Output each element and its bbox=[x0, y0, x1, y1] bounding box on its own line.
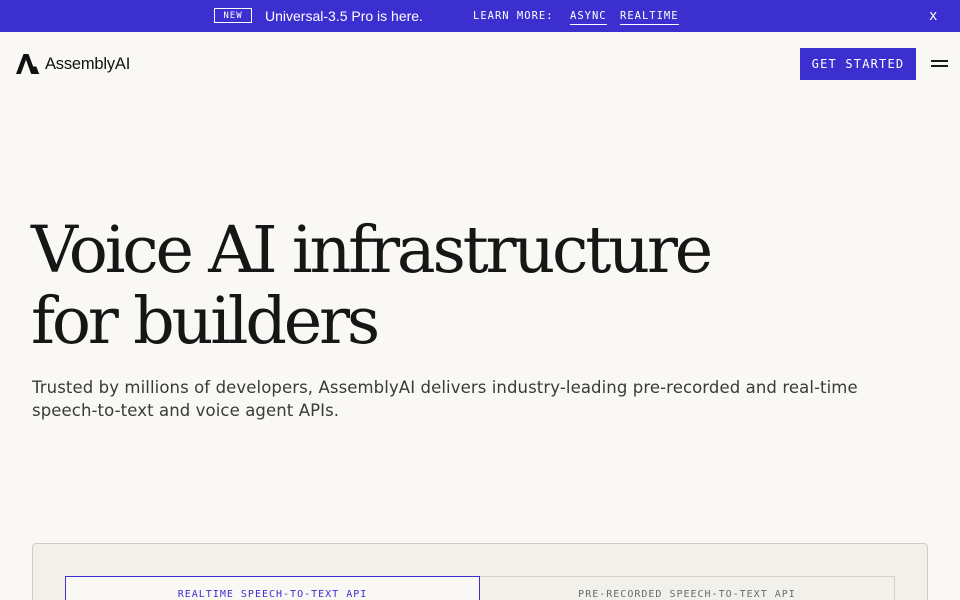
close-announcement-button[interactable]: x bbox=[929, 8, 937, 24]
tab-realtime-api[interactable]: REALTIME SPEECH-TO-TEXT API bbox=[65, 576, 480, 600]
brand-logo[interactable]: AssemblyAI bbox=[16, 54, 130, 74]
hero-title-line-1: Voice AI infrastructure bbox=[31, 213, 713, 288]
hamburger-icon[interactable] bbox=[931, 58, 949, 70]
menu-line bbox=[931, 60, 948, 62]
brand-name: AssemblyAI bbox=[45, 54, 131, 73]
hero-title: Voice AI infrastructure for builders bbox=[31, 215, 831, 357]
get-started-button[interactable]: GET STARTED bbox=[800, 48, 916, 80]
learn-more-label: LEARN MORE: bbox=[473, 10, 554, 22]
announcement-text: Universal-3.5 Pro is here. bbox=[265, 8, 423, 24]
realtime-link[interactable]: REALTIME bbox=[620, 10, 679, 25]
menu-line bbox=[931, 65, 948, 67]
assemblyai-logo-icon bbox=[16, 54, 40, 74]
async-link[interactable]: ASYNC bbox=[570, 10, 607, 25]
announcement-bar: NEW Universal-3.5 Pro is here. LEARN MOR… bbox=[0, 0, 960, 32]
hero-subtitle: Trusted by millions of developers, Assem… bbox=[32, 378, 858, 420]
tab-prerecorded-api[interactable]: PRE-RECORDED SPEECH-TO-TEXT API bbox=[480, 576, 895, 600]
new-badge: NEW bbox=[214, 8, 252, 23]
hero-title-line-2: for builders bbox=[31, 284, 380, 359]
